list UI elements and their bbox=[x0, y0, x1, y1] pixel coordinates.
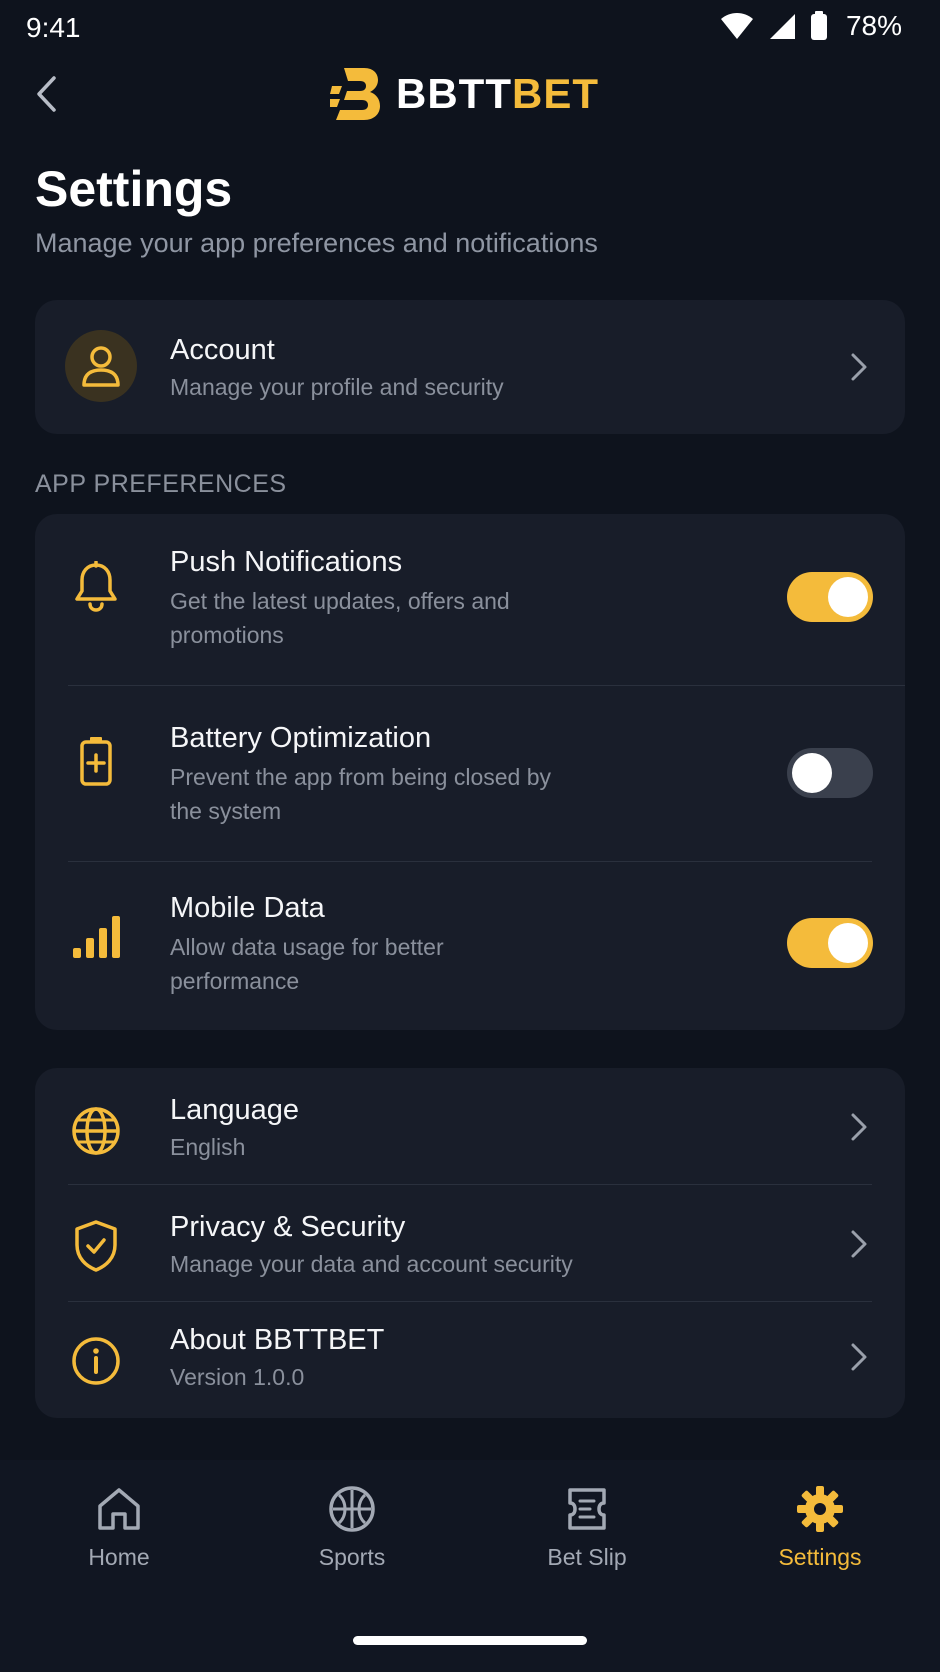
ball-icon bbox=[329, 1486, 375, 1532]
settings-row-about[interactable]: About BBTTBET Version 1.0.0 bbox=[35, 1302, 905, 1418]
status-time: 9:41 bbox=[26, 12, 81, 43]
battery-optimization-label: Battery Optimization bbox=[170, 722, 432, 754]
account-row[interactable]: Account Manage your profile and security bbox=[35, 300, 905, 434]
logo-text: BBTTBET bbox=[396, 70, 599, 118]
language-value: English bbox=[170, 1134, 246, 1160]
privacy-security-label: Privacy & Security bbox=[170, 1211, 406, 1243]
about-label: About BBTTBET bbox=[170, 1324, 385, 1356]
battery-icon bbox=[810, 11, 827, 40]
account-description: Manage your profile and security bbox=[170, 374, 504, 400]
user-icon bbox=[82, 346, 120, 387]
nav-label-settings: Settings bbox=[778, 1544, 862, 1570]
home-indicator[interactable] bbox=[353, 1636, 587, 1645]
mobile-data-description: Allow data usage for better performance bbox=[170, 934, 444, 994]
chevron-right-icon bbox=[847, 350, 871, 384]
back-button[interactable] bbox=[26, 72, 66, 116]
mobile-data-label: Mobile Data bbox=[170, 892, 325, 924]
battery-optimization-toggle[interactable] bbox=[787, 748, 873, 798]
privacy-security-description: Manage your data and account security bbox=[170, 1251, 573, 1277]
globe-icon bbox=[65, 1100, 127, 1162]
battery-plus-icon bbox=[65, 730, 127, 792]
logo-mark-icon bbox=[330, 68, 380, 120]
push-notifications-toggle[interactable] bbox=[787, 572, 873, 622]
nav-label-sports: Sports bbox=[318, 1544, 386, 1570]
toggle-knob bbox=[828, 923, 868, 963]
toggle-knob bbox=[792, 753, 832, 793]
page-title: Settings bbox=[35, 161, 233, 217]
home-icon bbox=[98, 1488, 140, 1530]
status-bar: 9:41 78% bbox=[0, 0, 940, 56]
signal-bars-icon bbox=[65, 906, 127, 968]
nav-item-sports[interactable]: Sports bbox=[272, 1484, 432, 1594]
preference-row-mobile-data: Mobile Data Allow data usage for better … bbox=[35, 862, 905, 1030]
avatar bbox=[65, 330, 137, 402]
info-icon bbox=[65, 1330, 127, 1392]
section-label-app-preferences: APP PREFERENCES bbox=[35, 470, 287, 498]
language-label: Language bbox=[170, 1094, 300, 1126]
battery-optimization-description: Prevent the app from being closed by the… bbox=[170, 764, 552, 824]
nav-item-home[interactable]: Home bbox=[39, 1484, 199, 1594]
battery-percent: 78% bbox=[845, 10, 902, 41]
gear-icon bbox=[797, 1486, 843, 1532]
status-indicators: 78% bbox=[720, 10, 902, 42]
nav-item-settings[interactable]: Settings bbox=[740, 1484, 900, 1594]
logo-text-white: BBTT bbox=[396, 70, 512, 117]
preferences-card: Push Notifications Get the latest update… bbox=[35, 514, 905, 1030]
chevron-right-icon bbox=[847, 1227, 871, 1261]
settings-screen: 9:41 78% BBTTBET Settings Manage your ap… bbox=[0, 0, 940, 1672]
settings-row-language[interactable]: Language English bbox=[35, 1068, 905, 1184]
settings-row-privacy-security[interactable]: Privacy & Security Manage your data and … bbox=[35, 1185, 905, 1301]
nav-label-bet-slip: Bet Slip bbox=[547, 1544, 627, 1570]
preference-row-push-notifications: Push Notifications Get the latest update… bbox=[35, 514, 905, 686]
chevron-left-icon bbox=[37, 76, 56, 112]
app-header: BBTTBET bbox=[0, 60, 940, 130]
account-label: Account bbox=[170, 334, 275, 366]
signal-icon bbox=[769, 14, 795, 39]
mobile-data-toggle[interactable] bbox=[787, 918, 873, 968]
account-card[interactable]: Account Manage your profile and security bbox=[35, 300, 905, 434]
push-notifications-description: Get the latest updates, offers and promo… bbox=[170, 588, 510, 648]
ticket-icon bbox=[568, 1488, 606, 1530]
preference-row-battery-optimization: Battery Optimization Prevent the app fro… bbox=[35, 686, 905, 858]
brand-logo: BBTTBET bbox=[330, 66, 599, 122]
page-subtitle: Manage your app preferences and notifica… bbox=[35, 228, 598, 258]
nav-item-bet-slip[interactable]: Bet Slip bbox=[507, 1484, 667, 1594]
toggle-knob bbox=[828, 577, 868, 617]
about-version: Version 1.0.0 bbox=[170, 1364, 305, 1390]
general-settings-card: Language English Privacy & Security Mana… bbox=[35, 1068, 905, 1418]
push-notifications-label: Push Notifications bbox=[170, 546, 403, 578]
wifi-icon bbox=[720, 13, 753, 39]
chevron-right-icon bbox=[847, 1110, 871, 1144]
shield-icon bbox=[65, 1215, 127, 1277]
bell-icon bbox=[65, 556, 127, 618]
nav-label-home: Home bbox=[88, 1544, 150, 1570]
logo-text-yellow: BET bbox=[511, 70, 599, 117]
chevron-right-icon bbox=[847, 1340, 871, 1374]
